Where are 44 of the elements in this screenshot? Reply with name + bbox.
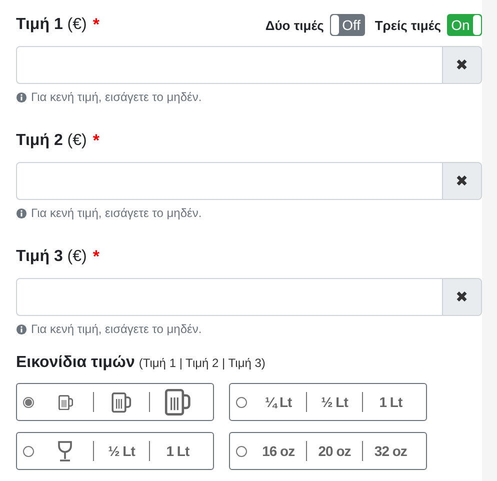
toggle-label: Τρείς τιμές [374, 18, 441, 32]
icon-option[interactable] [16, 383, 214, 421]
toggle-switch[interactable]: On [447, 14, 482, 36]
price-input[interactable] [16, 162, 443, 200]
radio-button[interactable] [236, 446, 247, 456]
info-icon [16, 92, 27, 102]
size-label: 1 Lt [379, 394, 402, 410]
beer-mug-icon [58, 394, 74, 410]
size-label: ½ Lt [321, 394, 348, 410]
info-icon [16, 208, 27, 218]
size-label: ½ Lt [108, 443, 135, 459]
beer-mug-icon [164, 387, 192, 417]
section-subtitle: (Τιμή 1 | Τιμή 2 | Τιμή 3) [138, 356, 266, 370]
beer-mug-icon [111, 390, 132, 414]
clear-button[interactable]: ✖ [443, 278, 482, 316]
size-label: 1 Lt [166, 443, 190, 459]
price-input[interactable] [16, 278, 443, 316]
toggle-switch[interactable]: Off [330, 14, 365, 36]
size-label: 20 oz [318, 443, 351, 459]
icon-option[interactable]: ¼ Lt ½ Lt 1 Lt [229, 383, 427, 421]
required-mark: * [92, 131, 100, 151]
required-mark: * [92, 15, 100, 35]
price-label: Τιμή 2 (€) [16, 132, 87, 150]
icon-option[interactable]: ½ Lt 1 Lt [16, 432, 214, 470]
toggle-label: Δύο τιμές [265, 18, 324, 32]
clear-button[interactable]: ✖ [443, 162, 482, 200]
price-input[interactable] [16, 46, 443, 84]
size-label: ¼ Lt [264, 394, 292, 410]
help-text: Για κενή τιμή, εισάγετε το μηδέν. [31, 206, 202, 220]
help-text: Για κενή τιμή, εισάγετε το μηδέν. [31, 322, 202, 336]
required-mark: * [92, 247, 100, 267]
wine-glass-icon [57, 440, 74, 462]
price-label: Τιμή 3 (€) [16, 248, 87, 266]
icon-option[interactable]: 16 oz 20 oz 32 oz [229, 432, 427, 470]
info-icon [16, 324, 27, 334]
section-title: Εικονίδια τιμών [16, 354, 135, 372]
size-label: 16 oz [262, 443, 295, 459]
clear-button[interactable]: ✖ [443, 46, 482, 84]
radio-button[interactable] [23, 396, 34, 408]
price-label: Τιμή 1 (€) [16, 16, 87, 34]
radio-button[interactable] [236, 396, 247, 408]
help-text: Για κενή τιμή, εισάγετε το μηδέν. [31, 90, 202, 104]
radio-button[interactable] [23, 446, 34, 456]
size-label: 32 oz [374, 443, 407, 459]
